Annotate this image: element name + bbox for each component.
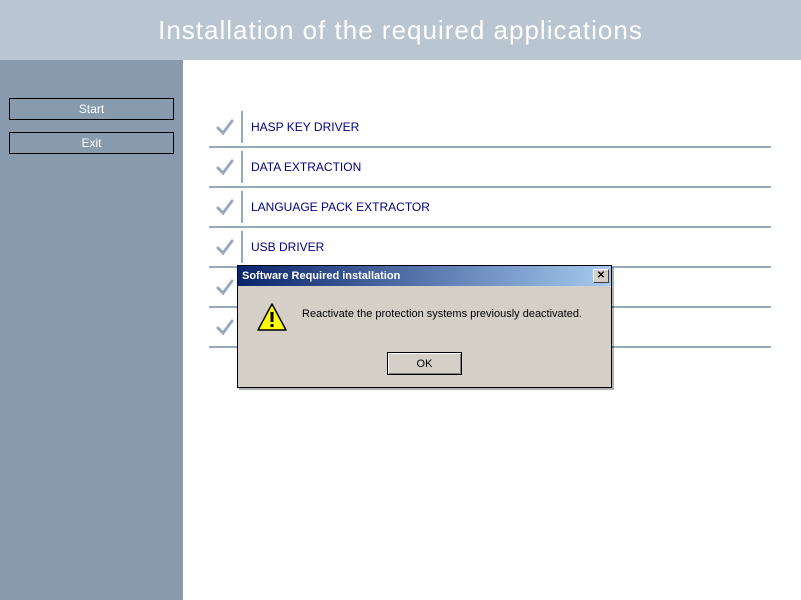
install-item: DATA EXTRACTION bbox=[209, 148, 771, 188]
check-icon bbox=[209, 156, 241, 178]
install-item-label: HASP KEY DRIVER bbox=[251, 120, 359, 134]
modal-titlebar[interactable]: Software Required installation ✕ bbox=[238, 266, 611, 286]
check-icon bbox=[209, 236, 241, 258]
exit-button[interactable]: Exit bbox=[9, 132, 174, 154]
install-item: USB DRIVER bbox=[209, 228, 771, 268]
page-title: Installation of the required application… bbox=[158, 15, 643, 46]
modal-dialog: Software Required installation ✕ Reactiv… bbox=[237, 265, 612, 388]
check-icon bbox=[209, 196, 241, 218]
sidebar: Start Exit bbox=[0, 60, 183, 600]
install-item: HASP KEY DRIVER bbox=[209, 108, 771, 148]
install-item-label: USB DRIVER bbox=[251, 240, 324, 254]
warning-icon bbox=[256, 302, 288, 334]
close-icon[interactable]: ✕ bbox=[593, 269, 609, 283]
modal-title: Software Required installation bbox=[242, 270, 400, 282]
ok-button[interactable]: OK bbox=[387, 352, 462, 375]
install-item-label: DATA EXTRACTION bbox=[251, 160, 361, 174]
header: Installation of the required application… bbox=[0, 0, 801, 60]
install-item: LANGUAGE PACK EXTRACTOR bbox=[209, 188, 771, 228]
start-button[interactable]: Start bbox=[9, 98, 174, 120]
check-icon bbox=[209, 116, 241, 138]
install-item-label: LANGUAGE PACK EXTRACTOR bbox=[251, 200, 430, 214]
modal-message: Reactivate the protection systems previo… bbox=[302, 302, 582, 320]
modal-body: Reactivate the protection systems previo… bbox=[238, 286, 611, 387]
